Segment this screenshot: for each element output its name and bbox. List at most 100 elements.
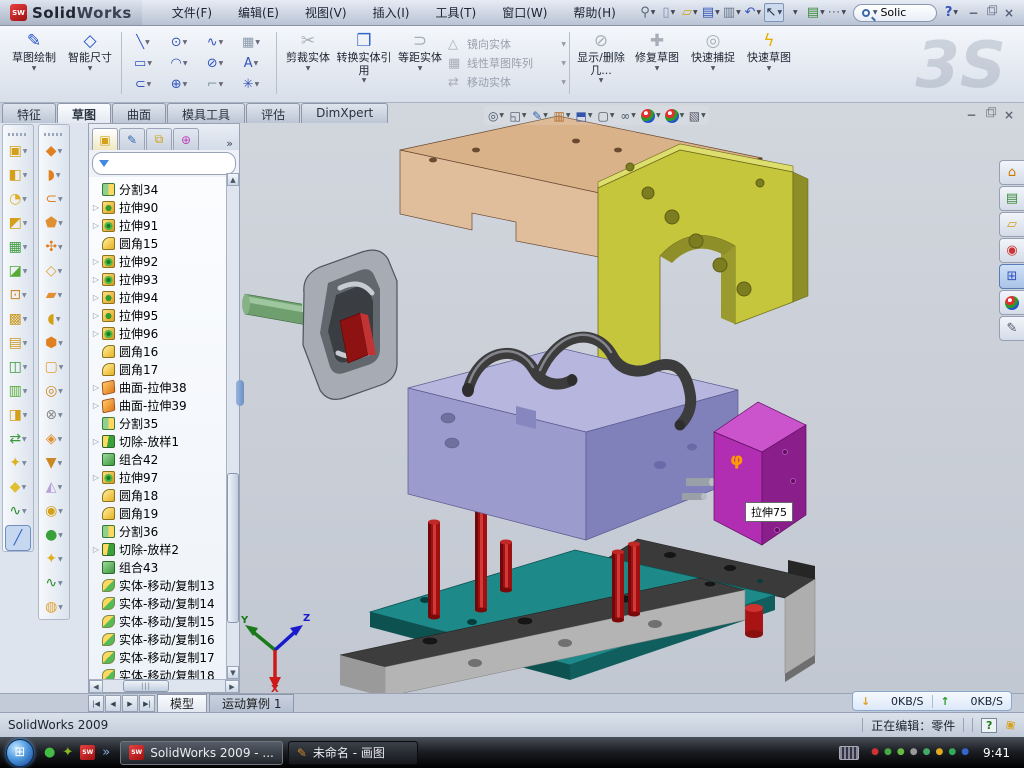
tree-item[interactable]: ▷ 切除-放样1 (91, 432, 239, 450)
toolbar-icon[interactable]: ▤ ▼ (701, 3, 721, 22)
toolbar-icon[interactable]: ◨ ▼ (3, 403, 33, 427)
task-pane-tab[interactable]: ⊞ (999, 264, 1024, 289)
toolbar-icon[interactable]: ▥ ▼ (3, 379, 33, 403)
toolbar-icon[interactable]: ◧ ▼ (3, 163, 33, 187)
expand-arrow-icon[interactable]: ▷ (91, 257, 101, 266)
toolbar-icon[interactable]: ▤ ▼ (806, 3, 826, 22)
menu-item[interactable]: 帮助(H) (561, 1, 627, 24)
ribbon-button[interactable]: ❒ 转换实体引用 ▼ (336, 28, 392, 98)
ribbon-button[interactable]: ◎ 快速捕捉 ▼ (685, 28, 741, 98)
tray-icon[interactable]: ● (948, 748, 956, 757)
model-lavender-block[interactable] (408, 335, 738, 540)
search-dropdown-icon[interactable]: ▼ (873, 9, 878, 16)
model-magenta-box[interactable]: φ (714, 402, 806, 545)
toolbar-icon[interactable]: ◔ ▼ (3, 187, 33, 211)
toolbar-icon[interactable]: ◆ ▼ (3, 475, 33, 499)
tray-icon[interactable]: ● (910, 748, 918, 757)
scroll-left-icon[interactable]: ◀ (89, 680, 103, 693)
model-tab[interactable]: 模型 (157, 694, 207, 712)
scrollbar-thumb[interactable]: ||| (123, 680, 169, 692)
tree-item[interactable]: ▷ 分割36 (91, 522, 239, 540)
sketch-entity-button[interactable]: A ▼ (233, 53, 269, 74)
expand-arrow-icon[interactable]: ▷ (91, 221, 101, 230)
view-tool-icon[interactable]: ▧ ▼ (688, 107, 706, 124)
menu-item[interactable]: 文件(F) (160, 1, 224, 24)
model-red-cylinder[interactable] (745, 604, 763, 638)
quick-launch-icon[interactable]: » (102, 745, 110, 760)
tab-nav-button[interactable]: |◀ (88, 695, 104, 712)
tree-item[interactable]: ▷ 拉伸95 (91, 306, 239, 324)
expand-arrow-icon[interactable]: ▷ (91, 401, 101, 410)
command-tab[interactable]: 草图 (57, 103, 111, 123)
tree-vertical-scrollbar[interactable]: ▲ ▼ (226, 173, 239, 679)
ribbon-button[interactable]: ◇ 智能尺寸 ▼ (62, 28, 118, 98)
expand-arrow-icon[interactable]: ▷ (91, 473, 101, 482)
doc-restore-button[interactable]: □ (985, 108, 994, 122)
tray-icon[interactable]: ● (871, 748, 879, 757)
toolbar-icon[interactable]: ⬟ ▼ (39, 211, 69, 235)
scroll-up-icon[interactable]: ▲ (227, 173, 239, 186)
toolbar-icon[interactable]: ◪ ▼ (3, 259, 33, 283)
tree-item[interactable]: ▷ 圆角18 (91, 486, 239, 504)
search-input[interactable] (880, 6, 928, 19)
sketch-entity-button[interactable]: ∿ ▼ (197, 32, 233, 53)
menu-item[interactable]: 视图(V) (293, 1, 359, 24)
minimize-button[interactable]: − (968, 6, 978, 20)
tree-item[interactable]: ▷ 组合43 (91, 558, 239, 576)
view-tool-icon[interactable]: ⬒ ▼ (575, 107, 593, 124)
feature-manager-tab[interactable]: ⊕ (173, 128, 199, 150)
expand-arrow-icon[interactable]: ▷ (91, 293, 101, 302)
view-tool-icon[interactable]: ◎ ▼ (487, 107, 505, 124)
task-pane-tab[interactable]: ◉ (999, 238, 1024, 263)
start-button[interactable]: ⊞ (6, 739, 34, 767)
expand-arrow-icon[interactable]: ▷ (91, 311, 101, 320)
toolbar-icon[interactable]: ◖ ▼ (39, 307, 69, 331)
ribbon-button[interactable]: ✚ 修复草图 ▼ (629, 28, 685, 98)
tree-item[interactable]: ▷ 圆角17 (91, 360, 239, 378)
taskbar-window-button[interactable]: SW ✎ SolidWorks 2009 - ... (120, 741, 283, 765)
ribbon-button[interactable]: ⊘ 显示/删除几... ▼ (573, 28, 629, 98)
expand-arrow-icon[interactable]: ▷ (91, 437, 101, 446)
quick-launch-icon[interactable]: ✦ (62, 745, 73, 760)
toolbar-icon[interactable]: ⬢ ▼ (39, 331, 69, 355)
scroll-right-icon[interactable]: ▶ (225, 680, 239, 693)
toolbar-icon[interactable]: ● ▼ (39, 523, 69, 547)
menu-item[interactable]: 窗口(W) (490, 1, 559, 24)
tree-item[interactable]: ▷ 分割34 (91, 180, 239, 198)
feature-manager-tab[interactable]: ⧉ (146, 128, 172, 150)
tree-item[interactable]: ▷ 圆角16 (91, 342, 239, 360)
tree-filter-box[interactable] (92, 152, 236, 175)
sketch-entity-button[interactable]: ⌐ ▼ (197, 74, 233, 95)
sketch-entity-button[interactable]: ⊘ ▼ (197, 53, 233, 74)
command-tab[interactable]: 特征 (2, 103, 56, 123)
toolbar-icon[interactable]: ✣ ▼ (39, 235, 69, 259)
toolbar-icon[interactable]: ◫ ▼ (3, 355, 33, 379)
toolbar-icon[interactable]: ◉ ▼ (39, 499, 69, 523)
sketch-entity-button[interactable]: ✳ ▼ (233, 74, 269, 95)
model-tab[interactable]: 运动算例 1 (209, 694, 294, 712)
scrollbar-thumb[interactable] (227, 473, 239, 623)
command-tab[interactable]: 曲面 (112, 103, 166, 123)
tray-icon[interactable]: ● (935, 748, 943, 757)
toolbar-icon[interactable]: ◎ ▼ (39, 379, 69, 403)
toolbar-icon[interactable]: ∿ ▼ (3, 499, 33, 523)
toolbar-icon[interactable]: ▣ ▼ (3, 139, 33, 163)
sketch-entity-button[interactable]: ⊙ ▼ (161, 32, 197, 53)
expand-arrow-icon[interactable]: ▷ (91, 275, 101, 284)
model-gray-carrier[interactable] (303, 250, 397, 399)
toolbar-icon[interactable]: ◈ ▼ (39, 427, 69, 451)
toolbar-icon[interactable]: ▼ (785, 3, 805, 22)
quick-launch-icon[interactable]: SW (80, 745, 95, 760)
tree-item[interactable]: ▷ 分割35 (91, 414, 239, 432)
toolbar-icon[interactable]: ⋯ ▼ (827, 3, 847, 22)
tab-nav-button[interactable]: ◀ (105, 695, 121, 712)
sketch-entity-button[interactable]: ▦ ▼ (233, 32, 269, 53)
ribbon-stack-button[interactable]: ▦ 线性草图阵列 ▼ (448, 55, 566, 71)
toolbar-icon[interactable]: ↶ ▼ (743, 3, 763, 22)
ribbon-stack-button[interactable]: △ 镜向实体 ▼ (448, 36, 566, 52)
toolbar-icon[interactable]: ▩ ▼ (3, 307, 33, 331)
toolbar-icon[interactable]: ∿ ▼ (39, 571, 69, 595)
search-box[interactable]: ▼ (853, 4, 938, 22)
ribbon-button[interactable]: ⊃ 等距实体 ▼ (392, 28, 448, 98)
toolbar-icon[interactable]: ▱ ▼ (680, 3, 700, 22)
